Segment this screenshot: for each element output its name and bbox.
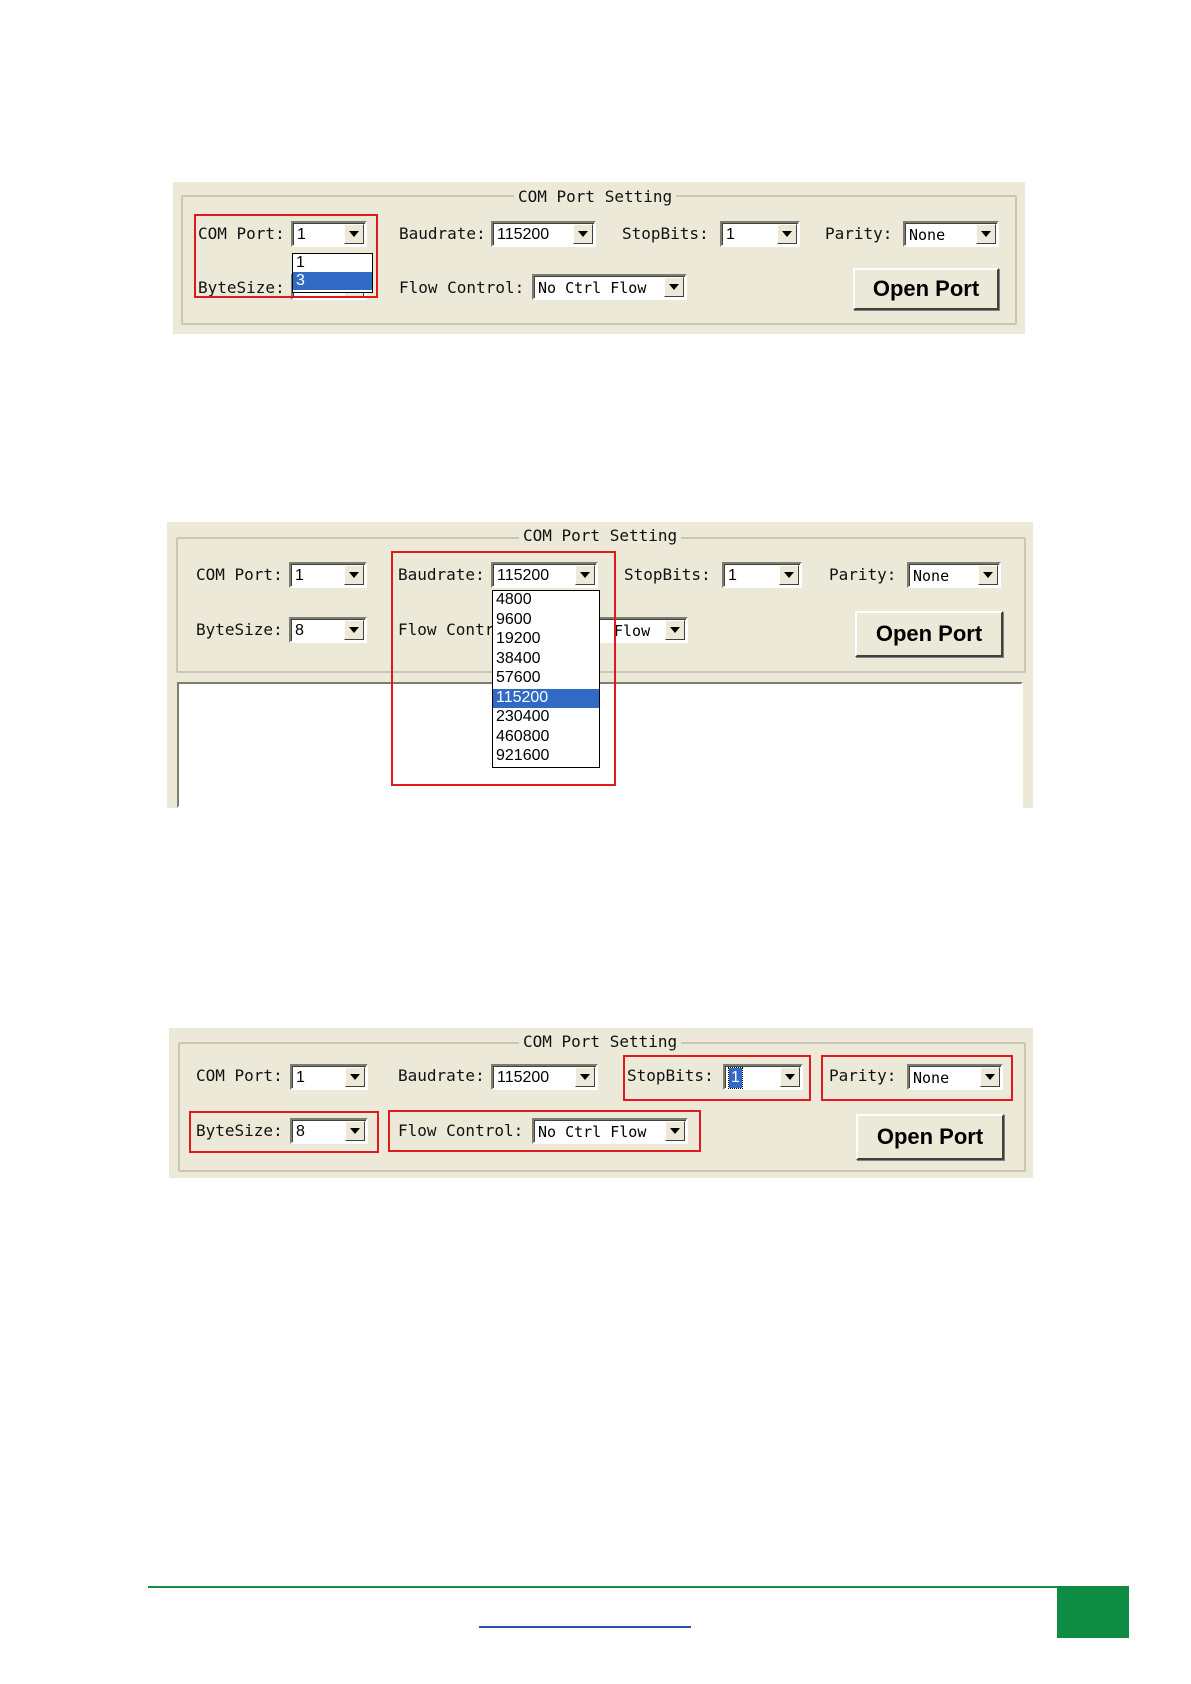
group-legend: COM Port Setting xyxy=(519,527,682,545)
stopbits-select[interactable]: 1 xyxy=(720,221,800,247)
highlight-baudrate xyxy=(391,551,616,786)
chevron-down-icon[interactable] xyxy=(573,224,593,244)
open-port-button[interactable]: Open Port xyxy=(855,611,1003,657)
com-settings-panel-3: COM Port Setting COM Port: 1 ByteSize: 8… xyxy=(169,1028,1033,1178)
com-settings-panel-1: COM Port Setting COM Port: 1 ByteSize: 8… xyxy=(173,182,1025,334)
footer-divider xyxy=(148,1586,1058,1588)
open-port-button[interactable]: Open Port xyxy=(856,1114,1004,1160)
page-number-box xyxy=(1057,1586,1129,1638)
group-legend: COM Port Setting xyxy=(514,188,677,206)
stopbits-select[interactable]: 1 xyxy=(722,562,802,588)
bytesize-value: 8 xyxy=(295,622,304,639)
baudrate-value: 115200 xyxy=(497,1069,550,1086)
stopbits-value: 1 xyxy=(728,567,737,584)
parity-value: None xyxy=(909,226,946,244)
parity-value: None xyxy=(913,567,950,585)
parity-select[interactable]: None xyxy=(907,562,1001,588)
flow-control-value: No Ctrl Flow xyxy=(538,279,647,297)
com-settings-panel-2: COM Port Setting COM Port: 1 ByteSize: 8… xyxy=(167,522,1033,808)
highlight-bytesize xyxy=(189,1111,379,1153)
parity-label: Parity: xyxy=(825,224,893,243)
baudrate-select[interactable]: 115200 xyxy=(491,1064,598,1090)
parity-label: Parity: xyxy=(829,565,897,584)
parity-select[interactable]: None xyxy=(903,221,999,247)
highlight-com-port xyxy=(194,214,378,298)
com-port-value: 1 xyxy=(296,1069,305,1086)
chevron-down-icon[interactable] xyxy=(665,620,685,640)
bytesize-label: ByteSize: xyxy=(196,620,283,639)
chevron-down-icon[interactable] xyxy=(664,277,684,297)
baudrate-label: Baudrate: xyxy=(399,224,486,243)
chevron-down-icon[interactable] xyxy=(779,565,799,585)
baudrate-label: Baudrate: xyxy=(398,1066,485,1085)
flow-control-select[interactable]: No Ctrl Flow xyxy=(532,274,687,300)
chevron-down-icon[interactable] xyxy=(344,565,364,585)
chevron-down-icon[interactable] xyxy=(777,224,797,244)
open-port-button[interactable]: Open Port xyxy=(853,268,999,310)
com-port-value: 1 xyxy=(295,567,304,584)
com-port-label: COM Port: xyxy=(196,1066,283,1085)
chevron-down-icon[interactable] xyxy=(345,1067,365,1087)
baudrate-value: 115200 xyxy=(497,226,550,243)
stopbits-label: StopBits: xyxy=(622,224,709,243)
highlight-flow-control xyxy=(388,1110,701,1152)
chevron-down-icon[interactable] xyxy=(344,620,364,640)
chevron-down-icon[interactable] xyxy=(976,224,996,244)
stopbits-value: 1 xyxy=(726,226,735,243)
bytesize-select[interactable]: 8 xyxy=(289,617,367,643)
stopbits-label: StopBits: xyxy=(624,565,711,584)
baudrate-select[interactable]: 115200 xyxy=(491,221,596,247)
flow-control-label: Flow Control: xyxy=(399,278,525,297)
com-port-label: COM Port: xyxy=(196,565,283,584)
footer-link-underline[interactable] xyxy=(479,1626,691,1628)
group-legend: COM Port Setting xyxy=(519,1033,682,1051)
com-port-select[interactable]: 1 xyxy=(290,1064,368,1090)
chevron-down-icon[interactable] xyxy=(978,565,998,585)
highlight-stopbits xyxy=(623,1055,811,1101)
chevron-down-icon[interactable] xyxy=(575,1067,595,1087)
highlight-parity xyxy=(821,1055,1013,1101)
flow-control-value: Flow xyxy=(614,622,651,640)
com-port-select[interactable]: 1 xyxy=(289,562,367,588)
